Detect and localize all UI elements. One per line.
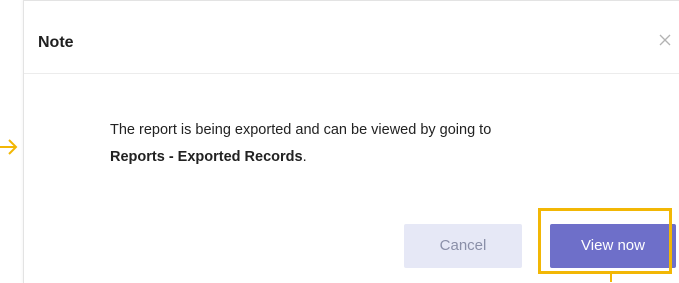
message-text: The report is being exported and can be … — [110, 122, 492, 138]
exported-records-path: Reports - Exported Records — [110, 149, 303, 165]
dialog-message: The report is being exported and can be … — [110, 117, 650, 171]
cancel-button[interactable]: Cancel — [404, 224, 522, 268]
message-period: . — [302, 149, 307, 165]
close-icon[interactable] — [656, 31, 674, 49]
note-dialog: Note The report is being exported and ca… — [23, 0, 679, 283]
highlight-pointer-tick — [610, 274, 612, 282]
arrow-right-icon — [0, 139, 18, 155]
dialog-title: Note — [38, 34, 74, 51]
dialog-header: Note — [24, 1, 679, 74]
view-now-button[interactable]: View now — [550, 224, 676, 268]
